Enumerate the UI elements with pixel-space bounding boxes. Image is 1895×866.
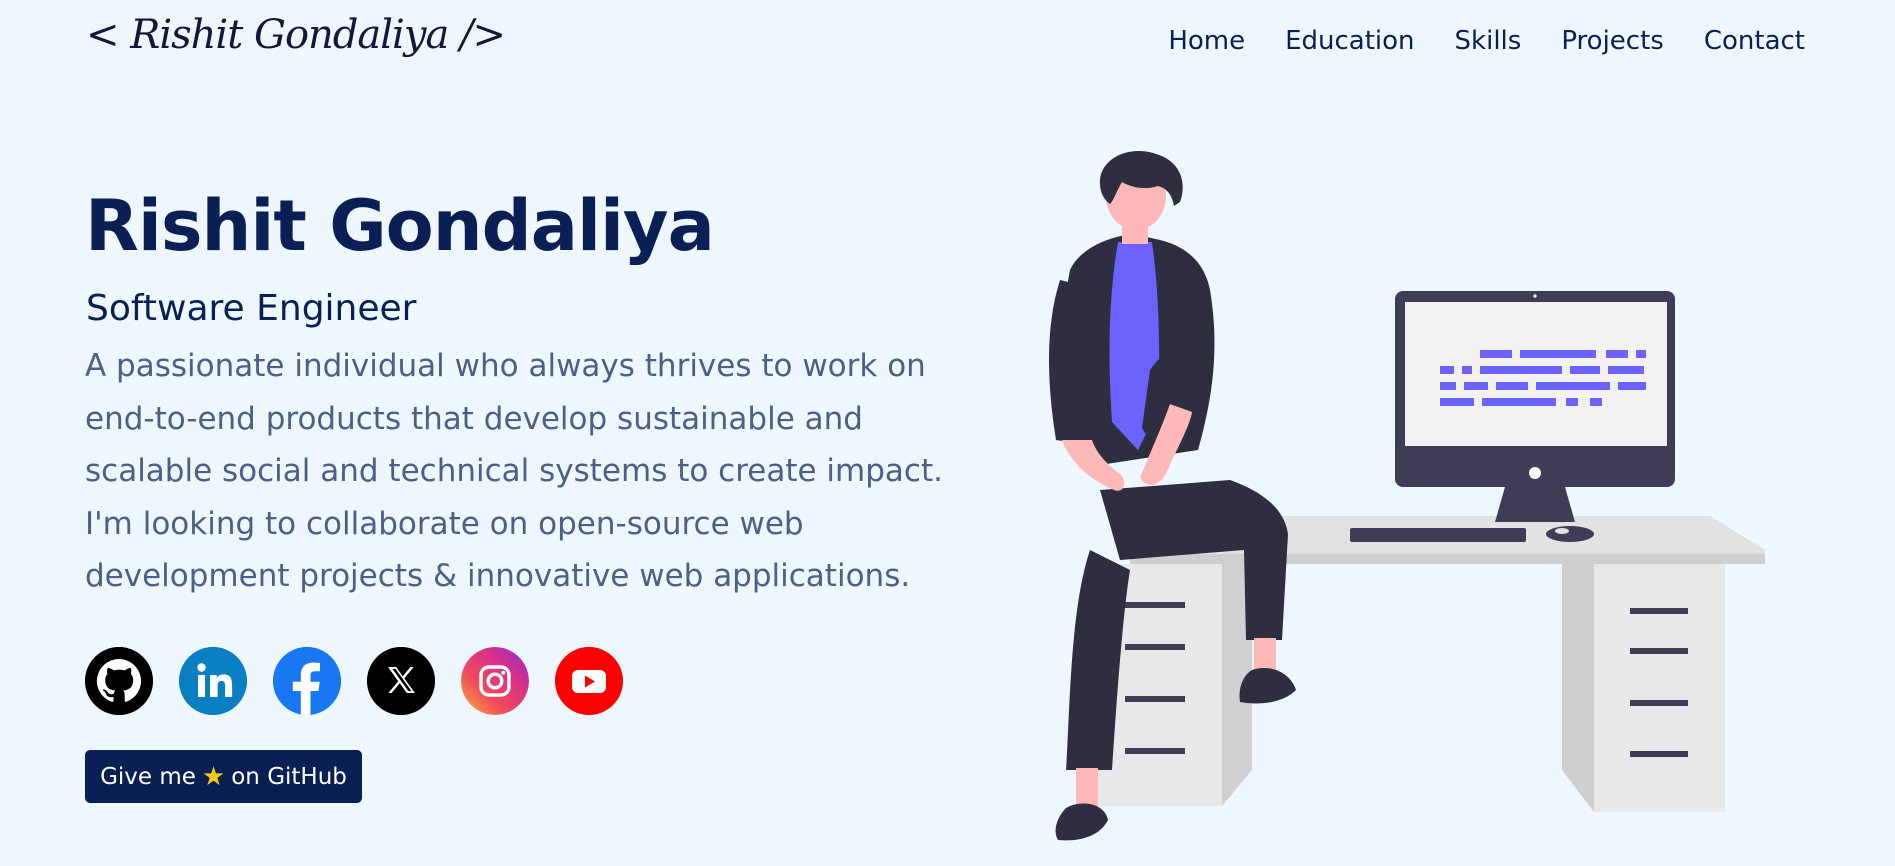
hero-name: Rishit Gondaliya [85, 185, 715, 267]
hero-role: Software Engineer [86, 288, 417, 329]
github-icon[interactable] [85, 647, 153, 715]
facebook-icon[interactable] [273, 647, 341, 715]
x-twitter-icon[interactable] [367, 647, 435, 715]
youtube-icon[interactable] [555, 647, 623, 715]
nav-home[interactable]: Home [1168, 26, 1245, 56]
portfolio-page: < Rishit Gondaliya /> Home Education Ski… [0, 0, 1895, 866]
main-nav: Home Education Skills Projects Contact [1168, 26, 1805, 56]
button-label-start: Give me [100, 763, 196, 790]
developer-illustration [1049, 150, 1765, 841]
social-links [85, 647, 623, 715]
nav-contact[interactable]: Contact [1704, 26, 1805, 56]
nav-projects[interactable]: Projects [1561, 26, 1664, 56]
hero-description: A passionate individual who always thriv… [85, 348, 943, 594]
star-icon: ★ [201, 761, 226, 792]
button-label-end: on GitHub [231, 763, 347, 790]
linkedin-icon[interactable] [179, 647, 247, 715]
site-logo[interactable]: < Rishit Gondaliya /> [86, 12, 506, 58]
nav-education[interactable]: Education [1285, 26, 1414, 56]
nav-skills[interactable]: Skills [1455, 26, 1522, 56]
instagram-icon[interactable] [461, 647, 529, 715]
github-star-button[interactable]: Give me ★ on GitHub [85, 750, 362, 803]
